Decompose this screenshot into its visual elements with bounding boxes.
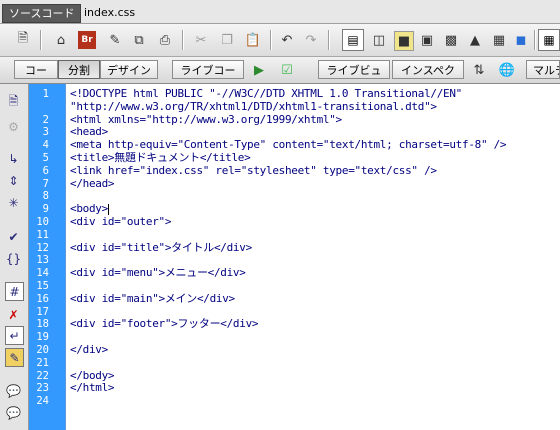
code-line[interactable]: <div id="main">メイン</div> xyxy=(70,292,235,305)
view-live-icon[interactable]: ▣ xyxy=(418,31,436,49)
copy-icon[interactable]: ❐ xyxy=(218,31,236,49)
code-line[interactable]: <html xmlns="http://www.w3.org/1999/xhtm… xyxy=(70,113,342,126)
toolbar-divider xyxy=(328,30,330,50)
home-icon[interactable]: ⌂ xyxy=(52,31,70,49)
line-number: 18 xyxy=(36,318,49,331)
line-numbers-icon[interactable]: # xyxy=(5,282,24,301)
text-cursor xyxy=(107,203,109,215)
collapse-selection-icon[interactable]: ⇕ xyxy=(5,172,22,189)
code-line[interactable]: <div id="footer">フッター</div> xyxy=(70,318,259,330)
split-view-button[interactable]: 分割 xyxy=(58,60,100,79)
line-number: 21 xyxy=(36,356,49,369)
document-toolbar: コード 分割 デザイン ライブコード ▶ ☑ ライブビュー インスペクト ⇅ 🌐… xyxy=(0,57,560,96)
code-line[interactable]: "http://www.w3.org/TR/xhtml1/DTD/xhtml1-… xyxy=(70,100,437,113)
view-design-icon[interactable]: ■ xyxy=(394,31,414,51)
globe-icon[interactable]: 🌐 xyxy=(498,61,516,79)
line-number: 9 xyxy=(42,203,49,216)
print-icon[interactable]: ⎙ xyxy=(156,31,174,49)
live-code-button[interactable]: ライブコード xyxy=(172,60,244,96)
open-documents-icon[interactable]: 🗎 xyxy=(5,94,22,111)
code-line[interactable]: </body> xyxy=(70,369,115,382)
toolbar-divider xyxy=(40,30,42,50)
apply-comment-icon[interactable]: 💬 xyxy=(5,382,22,399)
line-number: 17 xyxy=(36,305,49,318)
code-line[interactable]: <div id="outer"> xyxy=(70,216,171,228)
word-wrap-icon[interactable]: ↵ xyxy=(5,326,24,345)
line-number: 3 xyxy=(42,126,49,139)
view-media-icon[interactable]: ▲ xyxy=(466,31,484,49)
code-line[interactable]: <link href="index.css" rel="stylesheet" … xyxy=(70,164,437,177)
line-number: 13 xyxy=(36,254,49,267)
syntax-coloring-icon[interactable]: ✎ xyxy=(5,348,24,367)
highlight-invalid-code-icon[interactable]: ✗ xyxy=(5,306,22,323)
source-code-tab[interactable]: ソースコード xyxy=(2,4,82,23)
code-line[interactable]: <!DOCTYPE html PUBLIC "-//W3C//DTD XHTML… xyxy=(70,88,462,100)
select-parent-tag-icon[interactable]: ✔ xyxy=(5,228,22,245)
line-number: 7 xyxy=(42,177,49,190)
line-number: 5 xyxy=(42,152,49,164)
code-view-button[interactable]: コード xyxy=(14,60,58,96)
edit-icon[interactable]: ✎ xyxy=(106,31,124,49)
line-number: 23 xyxy=(36,382,49,395)
inspect-button[interactable]: インスペクト xyxy=(392,60,464,96)
line-number: 6 xyxy=(42,164,49,177)
line-number: 2 xyxy=(42,113,49,126)
line-number: 14 xyxy=(36,267,49,280)
view-grid-icon[interactable]: ▦ xyxy=(490,31,508,49)
code-line[interactable]: <meta http-equiv="Content-Type" content=… xyxy=(70,139,507,151)
line-number: 20 xyxy=(36,344,49,356)
view-split-icon[interactable]: ◫ xyxy=(370,31,388,49)
document-tab-bar: ソースコード index.css xyxy=(0,0,560,24)
undo-icon[interactable]: ↶ xyxy=(278,31,296,49)
bridge-icon[interactable]: Br xyxy=(78,31,96,49)
toolbar-divider xyxy=(182,30,184,50)
code-line[interactable]: </html> xyxy=(70,382,115,394)
code-line[interactable]: <head> xyxy=(70,126,108,138)
code-line[interactable]: <div id="menu">メニュー</div> xyxy=(70,267,246,279)
line-number: 15 xyxy=(36,280,49,292)
line-number: 22 xyxy=(36,369,49,382)
sort-icon[interactable]: ⇅ xyxy=(470,61,488,79)
line-number-gutter: 1 2 3 4 5 6 7 8 9 10 11 12 13 14 15 16 17 18 19 20 21 22 23 24 xyxy=(29,84,65,430)
line-number: 10 xyxy=(36,216,49,228)
copy-page-icon[interactable]: ⧉ xyxy=(130,31,148,49)
design-view-button[interactable]: デザイン xyxy=(100,60,158,79)
related-file-tab[interactable]: index.css xyxy=(84,4,135,21)
new-file-icon[interactable]: 🗎 xyxy=(14,31,32,49)
code-line[interactable]: </div> xyxy=(70,344,108,356)
coding-toolbar: 🗎 ⚙ ↳ ⇕ ✳ ✔ {} # ✗ ↵ ✎ 💬 💬 xyxy=(0,84,29,430)
balance-braces-icon[interactable]: {} xyxy=(5,250,22,267)
toolbar-divider xyxy=(270,30,272,50)
play-dropdown-icon[interactable]: ▶ xyxy=(250,61,268,79)
code-line[interactable]: <div id="title">タイトル</div> xyxy=(70,241,252,254)
line-number: 4 xyxy=(42,139,49,152)
view-code-icon[interactable]: ▤ xyxy=(342,29,364,51)
line-number: 24 xyxy=(36,395,49,408)
view-toggle-icon[interactable]: ◼ xyxy=(512,31,530,49)
view-panels-icon[interactable]: ▩ xyxy=(442,31,460,49)
view-tile-icon[interactable]: ▦ xyxy=(538,29,560,51)
line-number: 16 xyxy=(36,292,49,305)
line-number: 19 xyxy=(36,331,49,344)
code-line[interactable]: <title>無題ドキュメント</title> xyxy=(70,152,251,164)
remove-comment-icon[interactable]: 💬 xyxy=(5,404,22,421)
line-number: 1 xyxy=(42,88,49,100)
expand-all-icon[interactable]: ✳ xyxy=(5,194,22,211)
check-page-icon[interactable]: ☑ xyxy=(278,61,296,79)
code-line[interactable]: </head> xyxy=(70,177,115,190)
code-editor[interactable]: <!DOCTYPE html PUBLIC "-//W3C//DTD XHTML… xyxy=(65,84,560,430)
collapse-tag-icon[interactable]: ↳ xyxy=(5,150,22,167)
live-view-button[interactable]: ライブビュー xyxy=(318,60,390,96)
line-number: 8 xyxy=(42,190,49,203)
redo-icon[interactable]: ↷ xyxy=(302,31,320,49)
gear-icon[interactable]: ⚙ xyxy=(5,118,22,135)
paste-icon[interactable]: 📋 xyxy=(244,31,262,49)
multiscreen-button[interactable]: マルチ xyxy=(526,60,560,79)
cut-icon[interactable]: ✂ xyxy=(192,31,210,49)
line-number: 11 xyxy=(36,228,49,241)
toolbar-divider xyxy=(534,30,536,50)
code-line[interactable]: <body> xyxy=(70,203,109,215)
line-number: 12 xyxy=(36,241,49,254)
main-toolbar: 🗎 ⌂ Br ✎ ⧉ ⎙ ✂ ❐ 📋 ↶ ↷ ▤ ◫ ■ ▣ ▩ ▲ ▦ ◼ ▦ xyxy=(0,24,560,57)
